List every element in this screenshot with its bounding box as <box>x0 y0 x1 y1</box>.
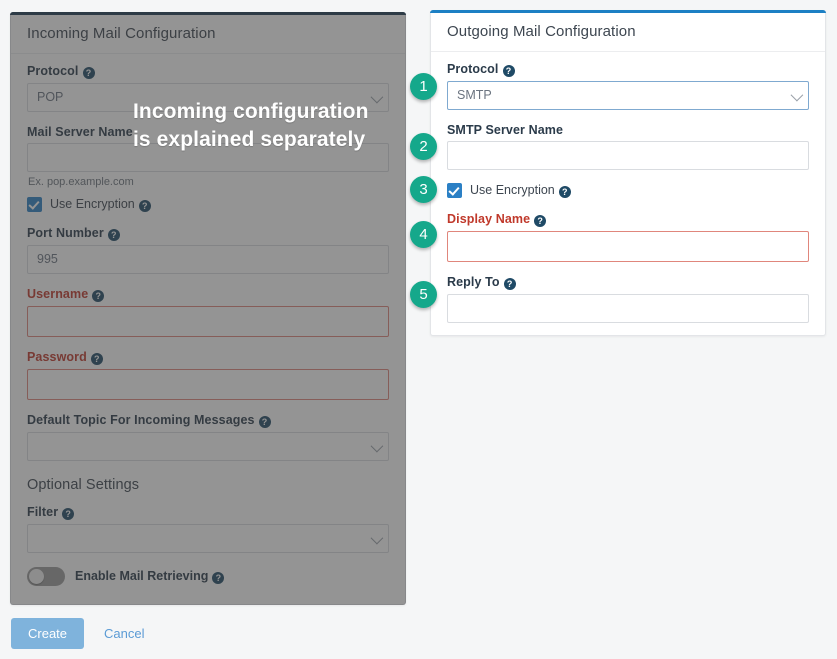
outgoing-use-encryption-label: Use Encryption? <box>470 183 571 198</box>
help-icon[interactable]: ? <box>503 278 516 290</box>
outgoing-display-name-group: Display Name? <box>447 212 809 262</box>
outgoing-use-encryption-checkbox[interactable] <box>447 183 462 198</box>
outgoing-reply-to-label: Reply To? <box>447 275 809 290</box>
mail-configuration-screen: Incoming Mail Configuration Protocol? PO… <box>0 0 837 659</box>
outgoing-smtp-server-group: SMTP Server Name <box>447 123 809 170</box>
step-badge-4: 4 <box>410 221 437 248</box>
outgoing-protocol-select-wrap: SMTP <box>447 81 809 110</box>
step-badge-3: 3 <box>410 176 437 203</box>
outgoing-reply-to-group: Reply To? <box>447 275 809 323</box>
outgoing-mail-configuration-card: Outgoing Mail Configuration Protocol? SM… <box>430 10 826 336</box>
incoming-overlay-note: Incoming configuration is explained sepa… <box>133 100 369 151</box>
outgoing-protocol-label: Protocol? <box>447 62 809 77</box>
form-footer: Create Cancel <box>11 618 151 649</box>
outgoing-reply-to-input[interactable] <box>447 294 809 323</box>
outgoing-smtp-server-input[interactable] <box>447 141 809 170</box>
step-badge-1: 1 <box>410 73 437 100</box>
outgoing-protocol-group: Protocol? SMTP <box>447 62 809 110</box>
outgoing-smtp-server-label: SMTP Server Name <box>447 123 564 137</box>
help-icon[interactable]: ? <box>558 186 571 198</box>
outgoing-use-encryption-row[interactable]: Use Encryption? <box>447 183 809 198</box>
create-button[interactable]: Create <box>11 618 85 649</box>
outgoing-protocol-select[interactable]: SMTP <box>447 81 809 110</box>
outgoing-card-title: Outgoing Mail Configuration <box>431 11 825 52</box>
step-badge-2: 2 <box>410 133 437 160</box>
help-icon[interactable]: ? <box>502 65 515 77</box>
outgoing-display-name-label: Display Name? <box>447 212 809 227</box>
outgoing-card-body: Protocol? SMTP SMTP Server Name Use Encr… <box>431 52 825 339</box>
help-icon[interactable]: ? <box>534 215 547 227</box>
outgoing-display-name-input[interactable] <box>447 231 809 262</box>
card-accent-bar <box>430 10 826 13</box>
cancel-button[interactable]: Cancel <box>98 625 150 642</box>
step-badge-5: 5 <box>410 281 437 308</box>
